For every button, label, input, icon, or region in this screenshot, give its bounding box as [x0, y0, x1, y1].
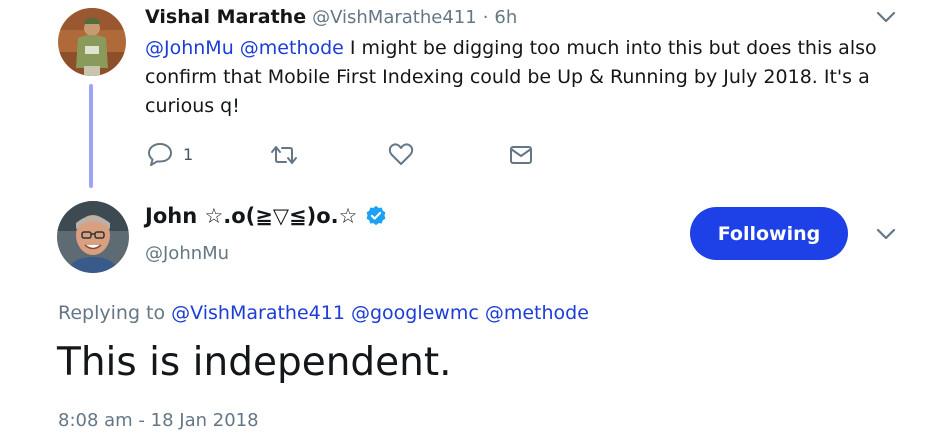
tweet-line-1: @JohnMu @methode I might be digging too …: [145, 34, 885, 63]
mention-link[interactable]: @JohnMu: [145, 37, 234, 59]
mention-link[interactable]: @googlewmc: [351, 302, 479, 324]
tweet-time[interactable]: 6h: [494, 7, 517, 28]
following-button[interactable]: Following: [690, 207, 848, 260]
reply-count: 1: [183, 144, 194, 164]
like-icon: [388, 143, 414, 165]
main-tweet-header: John ☆.o(≧▽≦)o.☆: [145, 204, 387, 228]
reply-icon: [148, 143, 172, 166]
retweet-icon: [271, 146, 297, 164]
avatar-john[interactable]: [57, 201, 129, 273]
reply-button[interactable]: 1: [147, 142, 193, 166]
mention-link[interactable]: @methode: [485, 302, 589, 324]
author-handle[interactable]: @VishMarathe411: [312, 7, 477, 28]
message-icon: [510, 146, 532, 164]
author-name[interactable]: Vishal Marathe: [145, 6, 306, 28]
tweet-body-2: confirm that Mobile First Indexing could…: [145, 66, 870, 88]
avatar-vishal[interactable]: [58, 8, 126, 76]
message-button[interactable]: [509, 145, 533, 165]
tweet-timestamp[interactable]: 8:08 am - 18 Jan 2018: [58, 410, 259, 431]
main-tweet-text: This is independent.: [57, 340, 452, 385]
thread-connector-line: [89, 84, 93, 188]
tweet-body-3: curious q!: [145, 95, 240, 117]
separator: ·: [482, 7, 489, 28]
replying-to: Replying to @VishMarathe411 @googlewmc @…: [58, 302, 589, 324]
parent-tweet-text: @JohnMu @methode I might be digging too …: [145, 34, 885, 121]
like-button[interactable]: [388, 142, 414, 166]
mention-link[interactable]: @VishMarathe411: [171, 302, 345, 324]
retweet-button[interactable]: [270, 144, 298, 166]
mention-link[interactable]: @methode: [240, 37, 344, 59]
main-tweet-menu[interactable]: [876, 227, 896, 241]
parent-tweet-menu[interactable]: [876, 10, 896, 24]
tweet-body-1: I might be digging too much into this bu…: [343, 37, 877, 59]
chevron-down-icon: [876, 228, 896, 240]
author-name[interactable]: John ☆.o(≧▽≦)o.☆: [145, 204, 357, 228]
chevron-down-icon: [876, 11, 896, 23]
replying-to-label: Replying to: [58, 302, 166, 324]
parent-tweet-header: Vishal Marathe @VishMarathe411 · 6h: [145, 6, 517, 32]
verified-badge-icon: [367, 205, 386, 226]
author-handle[interactable]: @JohnMu: [145, 243, 229, 264]
